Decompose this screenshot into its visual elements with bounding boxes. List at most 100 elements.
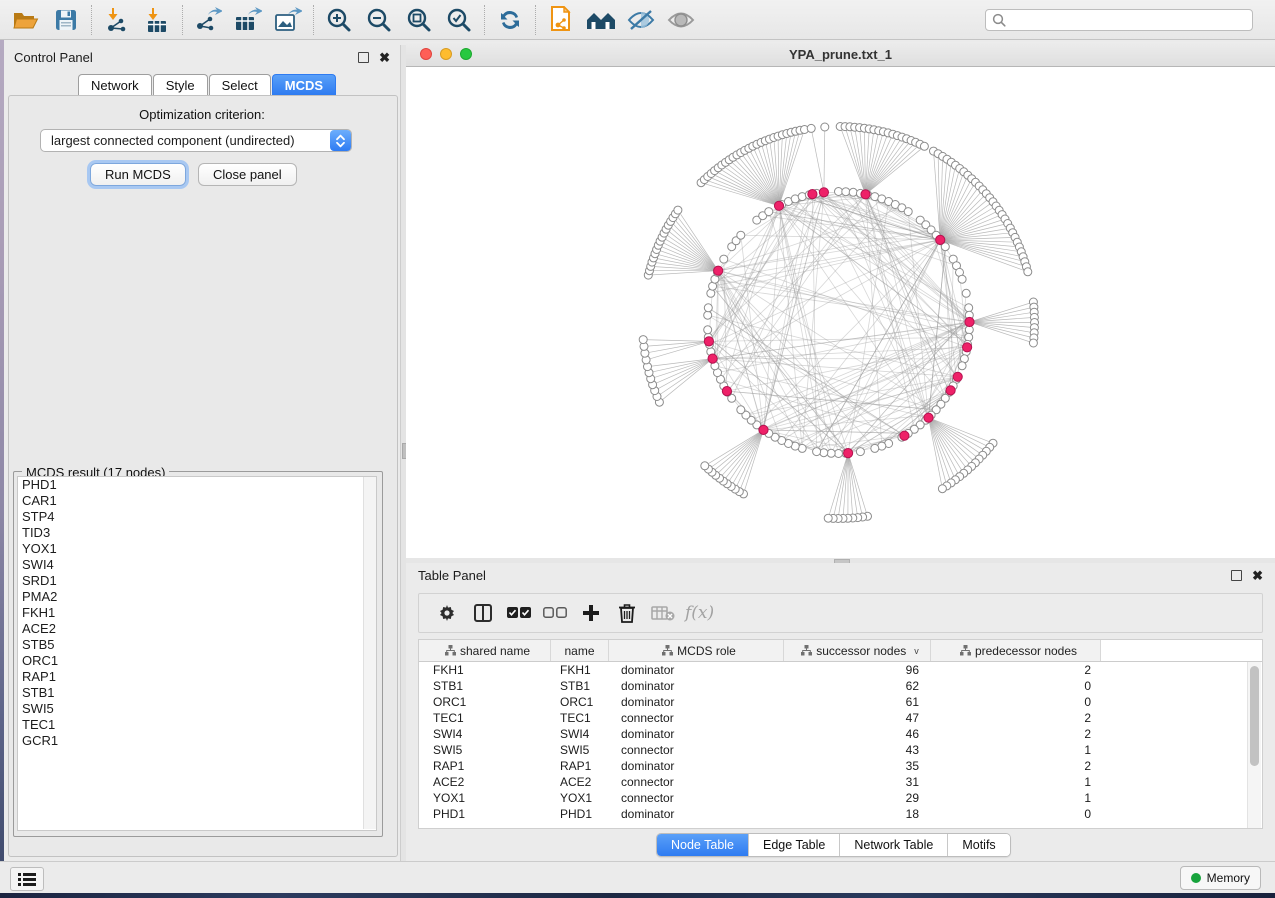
export-network-button[interactable] [188,3,228,37]
zoom-selected-icon [446,7,472,33]
delete-button[interactable] [609,598,645,628]
table-settings-button[interactable] [429,598,465,628]
table-row[interactable]: YOX1YOX1connector291 [419,790,1262,806]
control-panel-tabs: NetworkStyleSelectMCDS [78,74,337,95]
select-all-rows-icon [507,607,531,619]
table-row[interactable]: SWI5SWI5connector431 [419,742,1262,758]
mcds-result-item[interactable]: FKH1 [18,605,376,621]
tab-select[interactable]: Select [209,74,271,95]
export-table-button[interactable] [228,3,268,37]
mcds-result-item[interactable]: TID3 [18,525,376,541]
table-row[interactable]: PHD1PHD1dominator180 [419,806,1262,822]
mcds-result-item[interactable]: RAP1 [18,669,376,685]
export-image-button[interactable] [268,3,308,37]
zoom-fit-icon [406,7,432,33]
mcds-result-item[interactable]: ACE2 [18,621,376,637]
open-file-button[interactable] [6,3,46,37]
table-row[interactable]: STB1STB1dominator620 [419,678,1262,694]
toolbar-separator [182,5,183,35]
clone-network-button[interactable] [541,3,581,37]
toolbar-separator [91,5,92,35]
table-row[interactable]: SWI4SWI4dominator462 [419,726,1262,742]
close-panel-button[interactable]: Close panel [198,163,297,186]
column-header-predecessor-nodes[interactable]: predecessor nodes [931,640,1101,661]
mcds-result-item[interactable]: TEC1 [18,717,376,733]
network-window-title: YPA_prune.txt_1 [406,47,1275,62]
tab-motifs[interactable]: Motifs [948,834,1009,856]
show-all-button[interactable] [661,3,701,37]
mcds-result-item[interactable]: STP4 [18,509,376,525]
refresh-button[interactable] [490,3,530,37]
criterion-dropdown[interactable]: largest connected component (undirected) [40,129,352,152]
function-builder-button[interactable]: f(x) [685,603,714,623]
table-row[interactable]: TEC1TEC1connector472 [419,710,1262,726]
mcds-result-item[interactable]: STB1 [18,685,376,701]
mcds-result-item[interactable]: PHD1 [18,477,376,493]
mcds-result-item[interactable]: PMA2 [18,589,376,605]
zoom-out-button[interactable] [359,3,399,37]
hide-selected-icon [626,8,656,32]
memory-button[interactable]: Memory [1180,866,1261,890]
mcds-result-group: MCDS result (17 nodes) PHD1CAR1STP4TID3Y… [13,465,383,837]
tab-style[interactable]: Style [153,74,208,95]
optimization-criterion-label: Optimization criterion: [4,107,400,122]
table-tabs: Node TableEdge TableNetwork TableMotifs [656,833,1011,857]
import-table-button[interactable] [137,3,177,37]
mcds-result-list[interactable]: PHD1CAR1STP4TID3YOX1SWI4SRD1PMA2FKH1ACE2… [17,476,377,831]
add-button[interactable] [573,598,609,628]
first-neighbors-button[interactable] [581,3,621,37]
table-scrollbar[interactable] [1247,662,1261,828]
tab-mcds[interactable]: MCDS [272,74,336,95]
column-header-successor-nodes[interactable]: successor nodesv [784,640,931,661]
deselect-all-rows-button[interactable] [537,598,573,628]
mcds-result-item[interactable]: STB5 [18,637,376,653]
search-box[interactable] [985,9,1253,31]
node-table-body: FKH1FKH1dominator962STB1STB1dominator620… [419,662,1262,822]
table-scrollbar-thumb[interactable] [1250,666,1259,766]
tab-network-table[interactable]: Network Table [840,834,948,856]
close-table-panel-icon[interactable]: ✖ [1252,571,1263,580]
tab-network[interactable]: Network [78,74,152,95]
mcds-result-item[interactable]: GCR1 [18,733,376,749]
mcds-result-item[interactable]: SRD1 [18,573,376,589]
network-view[interactable] [406,67,1275,559]
zoom-selected-button[interactable] [439,3,479,37]
close-panel-icon[interactable]: ✖ [379,53,390,62]
refresh-icon [497,7,523,33]
table-row[interactable]: FKH1FKH1dominator962 [419,662,1262,678]
task-history-button[interactable] [10,867,44,891]
mcds-result-item[interactable]: CAR1 [18,493,376,509]
column-header-shared-name[interactable]: shared name [419,640,551,661]
network-window: YPA_prune.txt_1 [406,42,1275,558]
run-mcds-button[interactable]: Run MCDS [90,163,186,186]
mcds-result-item[interactable]: ORC1 [18,653,376,669]
float-panel-icon[interactable] [358,52,369,63]
column-header-name[interactable]: name [551,640,609,661]
tab-edge-table[interactable]: Edge Table [749,834,840,856]
zoom-fit-button[interactable] [399,3,439,37]
table-row[interactable]: RAP1RAP1dominator352 [419,758,1262,774]
table-row[interactable]: ORC1ORC1dominator610 [419,694,1262,710]
delete-table-button[interactable] [645,598,681,628]
search-input[interactable] [1006,10,1252,30]
table-toolbar: f(x) [418,593,1263,633]
mcds-result-item[interactable]: YOX1 [18,541,376,557]
export-table-icon [234,7,262,33]
node-table-header: shared namenameMCDS rolesuccessor nodesv… [419,640,1262,662]
show-columns-button[interactable] [465,598,501,628]
network-window-titlebar[interactable]: YPA_prune.txt_1 [406,42,1275,67]
table-row[interactable]: ACE2ACE2connector311 [419,774,1262,790]
zoom-in-button[interactable] [319,3,359,37]
float-table-panel-icon[interactable] [1231,570,1242,581]
column-header-MCDS-role[interactable]: MCDS role [609,640,784,661]
node-table: shared namenameMCDS rolesuccessor nodesv… [418,639,1263,829]
select-all-rows-button[interactable] [501,598,537,628]
mcds-result-item[interactable]: SWI4 [18,557,376,573]
mcds-result-item[interactable]: SWI5 [18,701,376,717]
tab-node-table[interactable]: Node Table [657,834,749,856]
save-button[interactable] [46,3,86,37]
toolbar-separator [313,5,314,35]
hide-selected-button[interactable] [621,3,661,37]
import-network-button[interactable] [97,3,137,37]
mcds-list-scrollbar[interactable] [363,477,376,829]
